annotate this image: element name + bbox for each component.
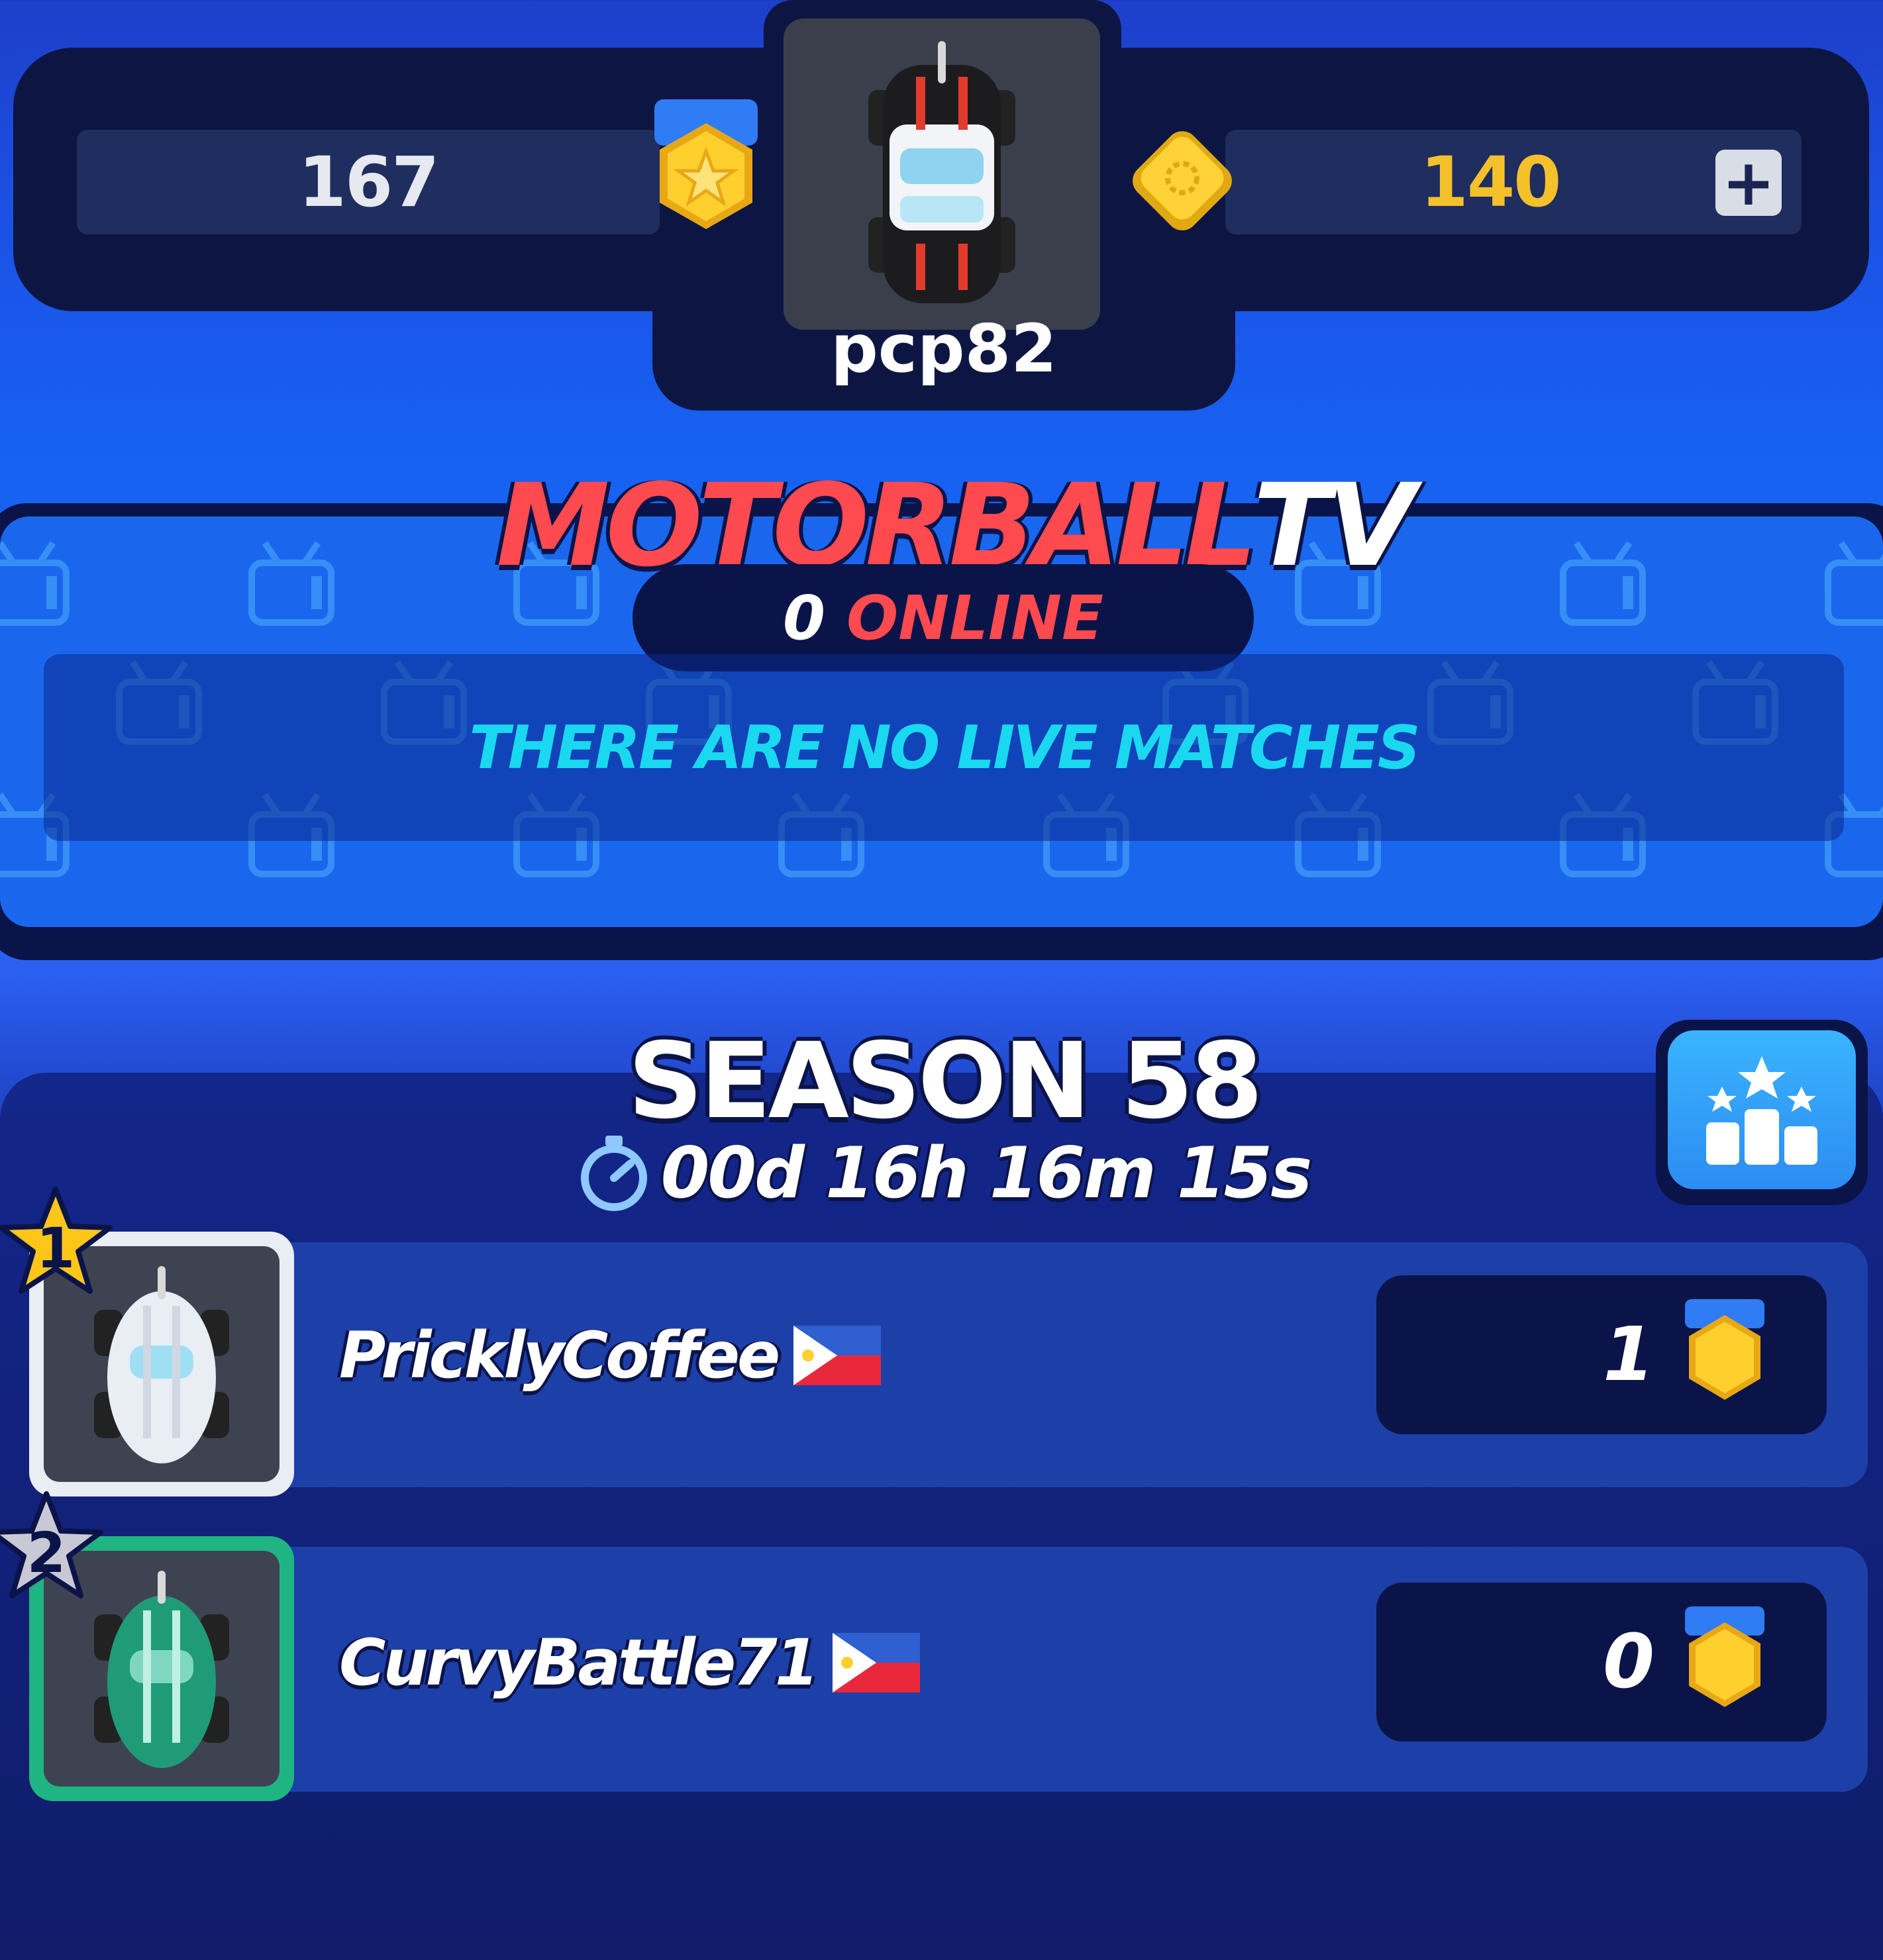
online-label: ONLINE — [846, 582, 1103, 654]
score-box: 1 — [1376, 1275, 1827, 1434]
player-score: 0 — [1603, 1619, 1654, 1705]
gold-medal-icon — [1685, 1299, 1764, 1400]
rank-number: 2 — [26, 1520, 66, 1585]
trophy-count: 167 — [298, 142, 439, 222]
player-score: 1 — [1603, 1312, 1654, 1398]
podium-icon — [1706, 1056, 1817, 1165]
rank-badge-first: 1 — [0, 1185, 115, 1304]
leaderboard-button[interactable] — [1656, 1020, 1868, 1205]
coin-count: 140 — [1420, 142, 1561, 222]
stopwatch-icon — [580, 1136, 647, 1211]
season-countdown-text: 00d 16h 16m 15s — [660, 1132, 1313, 1214]
add-coins-button[interactable]: + — [1715, 150, 1782, 216]
philippines-flag-icon — [832, 1633, 920, 1692]
player-name: PricklyCoffee — [339, 1318, 780, 1393]
player-entry: CurvyBattle71 — [339, 1613, 920, 1712]
season-countdown: 00d 16h 16m 15s — [550, 1130, 1338, 1216]
player-username: pcp82 — [831, 310, 1057, 387]
rank-badge-second: 2 — [0, 1490, 106, 1609]
season-title: SEASON 58 — [627, 1020, 1263, 1142]
gold-medal-icon — [1685, 1606, 1764, 1707]
gold-diamond-coin-icon — [1133, 131, 1232, 230]
rank-number: 1 — [36, 1216, 76, 1281]
player-entry: PricklyCoffee — [339, 1306, 882, 1405]
player-avatar — [784, 19, 1100, 330]
black-white-car-icon — [868, 41, 1015, 303]
player-name: CurvyBattle71 — [339, 1626, 819, 1700]
score-box: 0 — [1376, 1583, 1827, 1741]
online-count: 0 — [783, 582, 826, 654]
tv-title-suffix: TV — [1253, 459, 1415, 592]
gold-medal-star-icon — [654, 99, 758, 229]
no-live-matches-message: THERE ARE NO LIVE MATCHES — [44, 654, 1844, 841]
leaderboard-button-face — [1668, 1030, 1856, 1189]
philippines-flag-icon — [793, 1326, 882, 1385]
trophy-counter[interactable]: 167 — [77, 130, 660, 234]
